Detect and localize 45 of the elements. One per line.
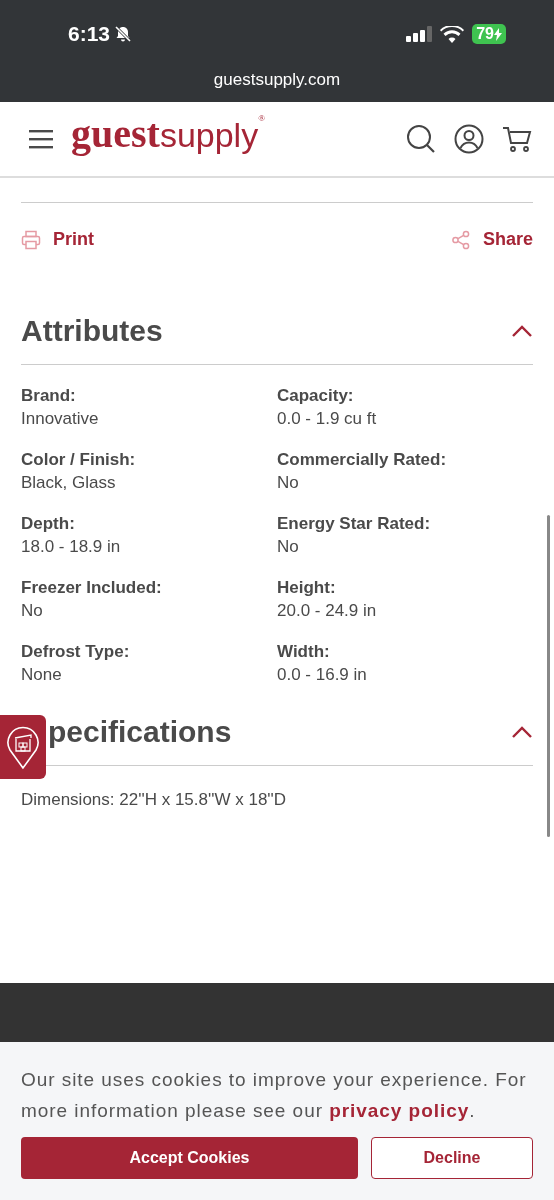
attribute-value: No bbox=[277, 473, 300, 493]
search-icon[interactable] bbox=[406, 124, 436, 154]
bell-off-icon bbox=[114, 25, 133, 43]
attribute-value: Black, Glass bbox=[21, 473, 117, 493]
accept-cookies-button[interactable]: Accept Cookies bbox=[21, 1137, 358, 1179]
attribute-label: Brand: bbox=[21, 386, 77, 406]
attribute-value: 0.0 - 1.9 cu ft bbox=[277, 409, 378, 429]
attribute-value: 20.0 - 24.9 in bbox=[277, 601, 378, 621]
print-button[interactable]: Print bbox=[21, 229, 94, 250]
attribute-label: Width: bbox=[277, 642, 331, 662]
attribute-label: Commercially Rated: bbox=[277, 450, 448, 470]
attribute-label: Energy Star Rated: bbox=[277, 514, 432, 534]
attribute-label: Defrost Type: bbox=[21, 642, 131, 662]
wifi-icon bbox=[440, 25, 465, 43]
attribute-label: Capacity: bbox=[277, 386, 355, 406]
attribute-label: Height: bbox=[277, 578, 337, 598]
menu-icon[interactable] bbox=[29, 129, 53, 149]
collapse-icon[interactable] bbox=[511, 324, 533, 338]
attribute-value: No bbox=[277, 537, 300, 557]
share-icon bbox=[450, 229, 471, 250]
attribute-label: Depth: bbox=[21, 514, 76, 534]
privacy-policy-link[interactable]: privacy policy bbox=[329, 1100, 470, 1121]
attribute-value: 18.0 - 18.9 in bbox=[21, 537, 122, 557]
logo[interactable]: guestsupply$^{®}$ bbox=[71, 114, 265, 154]
cart-icon[interactable] bbox=[502, 125, 532, 153]
specification-text: Dimensions: 22''H x 15.8''W x 18''D bbox=[21, 790, 288, 810]
attribute-value: None bbox=[21, 665, 63, 685]
store-locator-badge[interactable] bbox=[0, 715, 46, 779]
section-heading: Attributes bbox=[21, 314, 163, 348]
printer-icon bbox=[21, 229, 41, 250]
share-button[interactable]: Share bbox=[450, 229, 533, 250]
attribute-value: No bbox=[21, 601, 44, 621]
battery-indicator: 79 bbox=[472, 24, 506, 44]
url-text[interactable]: guestsupply.com bbox=[0, 70, 554, 90]
attribute-label: Color / Finish: bbox=[21, 450, 137, 470]
section-heading: pecifications bbox=[48, 715, 232, 749]
attribute-value: 0.0 - 16.9 in bbox=[277, 665, 368, 685]
attribute-label: Freezer Included: bbox=[21, 578, 163, 598]
status-time: 6:13 bbox=[68, 22, 111, 46]
signal-icon bbox=[406, 26, 433, 42]
collapse-icon[interactable] bbox=[511, 725, 533, 739]
account-icon[interactable] bbox=[454, 124, 484, 154]
attribute-value: Innovative bbox=[21, 409, 100, 429]
cookie-message: Our site uses cookies to improve your experience. For more information please see our privacy policy. bbox=[21, 1068, 528, 1123]
decline-button[interactable]: Decline bbox=[371, 1137, 533, 1179]
